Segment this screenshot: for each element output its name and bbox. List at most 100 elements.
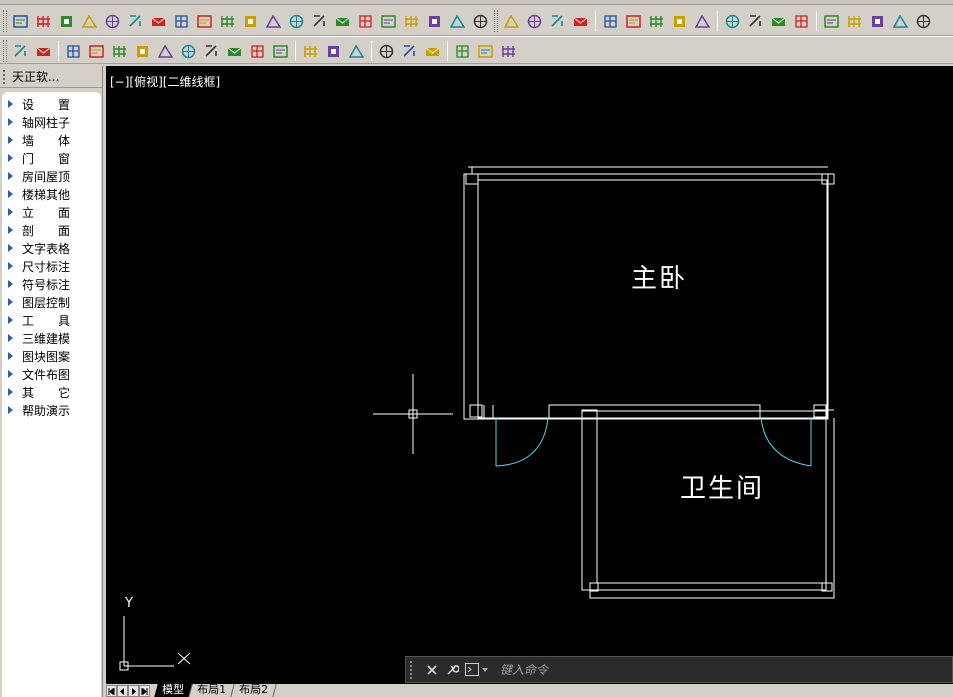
tb1-axis-button[interactable] — [446, 10, 469, 32]
tb2-circle-button[interactable] — [375, 40, 398, 62]
tb1b-door-table-button[interactable] — [668, 10, 691, 32]
tb2-text-button[interactable] — [322, 40, 345, 62]
tb2-wall-button[interactable] — [9, 40, 32, 62]
palette-item[interactable]: 三维建模 — [2, 329, 101, 347]
tab-prev-button[interactable] — [117, 685, 128, 697]
palette-item[interactable]: 工 具 — [2, 311, 101, 329]
tb1-door-table-button[interactable] — [239, 10, 262, 32]
tb1b-door-button[interactable] — [645, 10, 668, 32]
tb1-column-button[interactable] — [101, 10, 124, 32]
tb2-edit-button[interactable] — [451, 40, 474, 62]
tb1b-column-button[interactable] — [523, 10, 546, 32]
toolbar-grip[interactable] — [3, 10, 7, 32]
palette-item[interactable]: 图块图案 — [2, 347, 101, 365]
palette-item[interactable]: 立 面 — [2, 203, 101, 221]
tb1-floor-plan-button[interactable] — [9, 10, 32, 32]
layout-tab[interactable]: 布局2 — [231, 683, 277, 697]
viewport-controls[interactable]: [−][俯视][二维线框] — [110, 73, 220, 90]
tb2-room-button[interactable] — [154, 40, 177, 62]
tb1-bay-window-button[interactable] — [193, 10, 216, 32]
tb1b-parapet-button[interactable] — [569, 10, 592, 32]
tb1b-room-button[interactable] — [691, 10, 714, 32]
palette-item[interactable]: 图层控制 — [2, 293, 101, 311]
tb2-level-button[interactable] — [269, 40, 292, 62]
tb1-room-button[interactable] — [262, 10, 285, 32]
level-icon — [824, 14, 839, 28]
tb1-door-button[interactable] — [216, 10, 239, 32]
tb1b-railing-button[interactable] — [767, 10, 790, 32]
palette-item[interactable]: 尺寸标注 — [2, 257, 101, 275]
tb1-railing-button[interactable] — [331, 10, 354, 32]
tb2-bay-window-button[interactable] — [85, 40, 108, 62]
tab-next-button[interactable] — [128, 685, 139, 697]
tb1b-axis-button[interactable] — [889, 10, 912, 32]
tb1b-elevation-button[interactable] — [790, 10, 813, 32]
tb2-door-button[interactable] — [108, 40, 131, 62]
tb2-door-table-button[interactable] — [131, 40, 154, 62]
palette-item[interactable]: 门 窗 — [2, 149, 101, 167]
palette-item[interactable]: 文件布图 — [2, 365, 101, 383]
palette-item[interactable]: 轴网柱子 — [2, 113, 101, 131]
tb2-elevation-button[interactable] — [246, 40, 269, 62]
tb2-railing-button[interactable] — [223, 40, 246, 62]
palette-item[interactable]: 文字表格 — [2, 239, 101, 257]
palette-grip[interactable] — [3, 70, 7, 84]
tb1-elevation-button[interactable] — [354, 10, 377, 32]
palette-item[interactable]: 墙 体 — [2, 131, 101, 149]
customize-command-button[interactable] — [442, 660, 462, 680]
tb2-axis-button[interactable] — [345, 40, 368, 62]
tb1-parapet-button[interactable] — [147, 10, 170, 32]
tab-first-button[interactable] — [106, 685, 117, 697]
tb1b-wall-button[interactable] — [546, 10, 569, 32]
tb1b-curtain-wall-button[interactable] — [721, 10, 744, 32]
tb1-window-button[interactable] — [170, 10, 193, 32]
tb1b-dimension-button[interactable] — [843, 10, 866, 32]
tb2-curtain-wall-button[interactable] — [177, 40, 200, 62]
tb1b-bay-window-button[interactable] — [622, 10, 645, 32]
tb1-wall-button[interactable] — [124, 10, 147, 32]
layout-tab[interactable]: 模型 — [154, 683, 193, 697]
layout-tab[interactable]: 布局1 — [189, 683, 235, 697]
palette-item[interactable]: 其 它 — [2, 383, 101, 401]
tb2-window-button[interactable] — [62, 40, 85, 62]
tb1b-text-button[interactable] — [866, 10, 889, 32]
tb2-dimension-button[interactable] — [299, 40, 322, 62]
tb2-grid-button[interactable] — [497, 40, 520, 62]
palette-item[interactable]: 符号标注 — [2, 275, 101, 293]
tb1-dimension-button[interactable] — [400, 10, 423, 32]
tb1-curtain-wall-button[interactable] — [285, 10, 308, 32]
tb2-stair-button[interactable] — [200, 40, 223, 62]
close-command-button[interactable] — [422, 660, 442, 680]
palette-item[interactable]: 帮助演示 — [2, 401, 101, 419]
tb1-text-button[interactable] — [423, 10, 446, 32]
command-grip[interactable] — [410, 660, 416, 679]
tb2-floor-plan-button[interactable] — [421, 40, 444, 62]
tb1b-level-button[interactable] — [820, 10, 843, 32]
palette-item[interactable]: 楼梯其他 — [2, 185, 101, 203]
tb1b-stair-button[interactable] — [744, 10, 767, 32]
tb1b-circle-button[interactable] — [912, 10, 935, 32]
tb2-layers-button[interactable] — [474, 40, 497, 62]
tb2-parapet-button[interactable] — [32, 40, 55, 62]
drawing-canvas[interactable]: [−][俯视][二维线框] 主卧 卫生间 Y — [106, 66, 953, 684]
tb1b-grid-button[interactable] — [500, 10, 523, 32]
tb1-level-button[interactable] — [377, 10, 400, 32]
palette-title-bar[interactable]: 天正软... — [0, 66, 102, 88]
palette-item[interactable]: 房间屋顶 — [2, 167, 101, 185]
tb1-circle-button[interactable] — [469, 10, 492, 32]
tab-last-button[interactable] — [139, 685, 150, 697]
toolbar-grip[interactable] — [494, 10, 498, 32]
command-input[interactable] — [500, 662, 860, 677]
palette-item[interactable]: 剖 面 — [2, 221, 101, 239]
tb1-layers-button[interactable] — [55, 10, 78, 32]
toolbar-grip[interactable] — [3, 40, 7, 62]
tb1-grid-button[interactable] — [78, 10, 101, 32]
palette-item[interactable]: 设 置 — [2, 95, 101, 113]
tb1-stair-button[interactable] — [308, 10, 331, 32]
grid-icon — [503, 14, 520, 28]
recent-commands-button[interactable] — [462, 660, 492, 680]
tb2-info-button[interactable] — [398, 40, 421, 62]
tb1b-window-button[interactable] — [599, 10, 622, 32]
menu-strip — [0, 0, 953, 5]
tb1-edit-button[interactable] — [32, 10, 55, 32]
